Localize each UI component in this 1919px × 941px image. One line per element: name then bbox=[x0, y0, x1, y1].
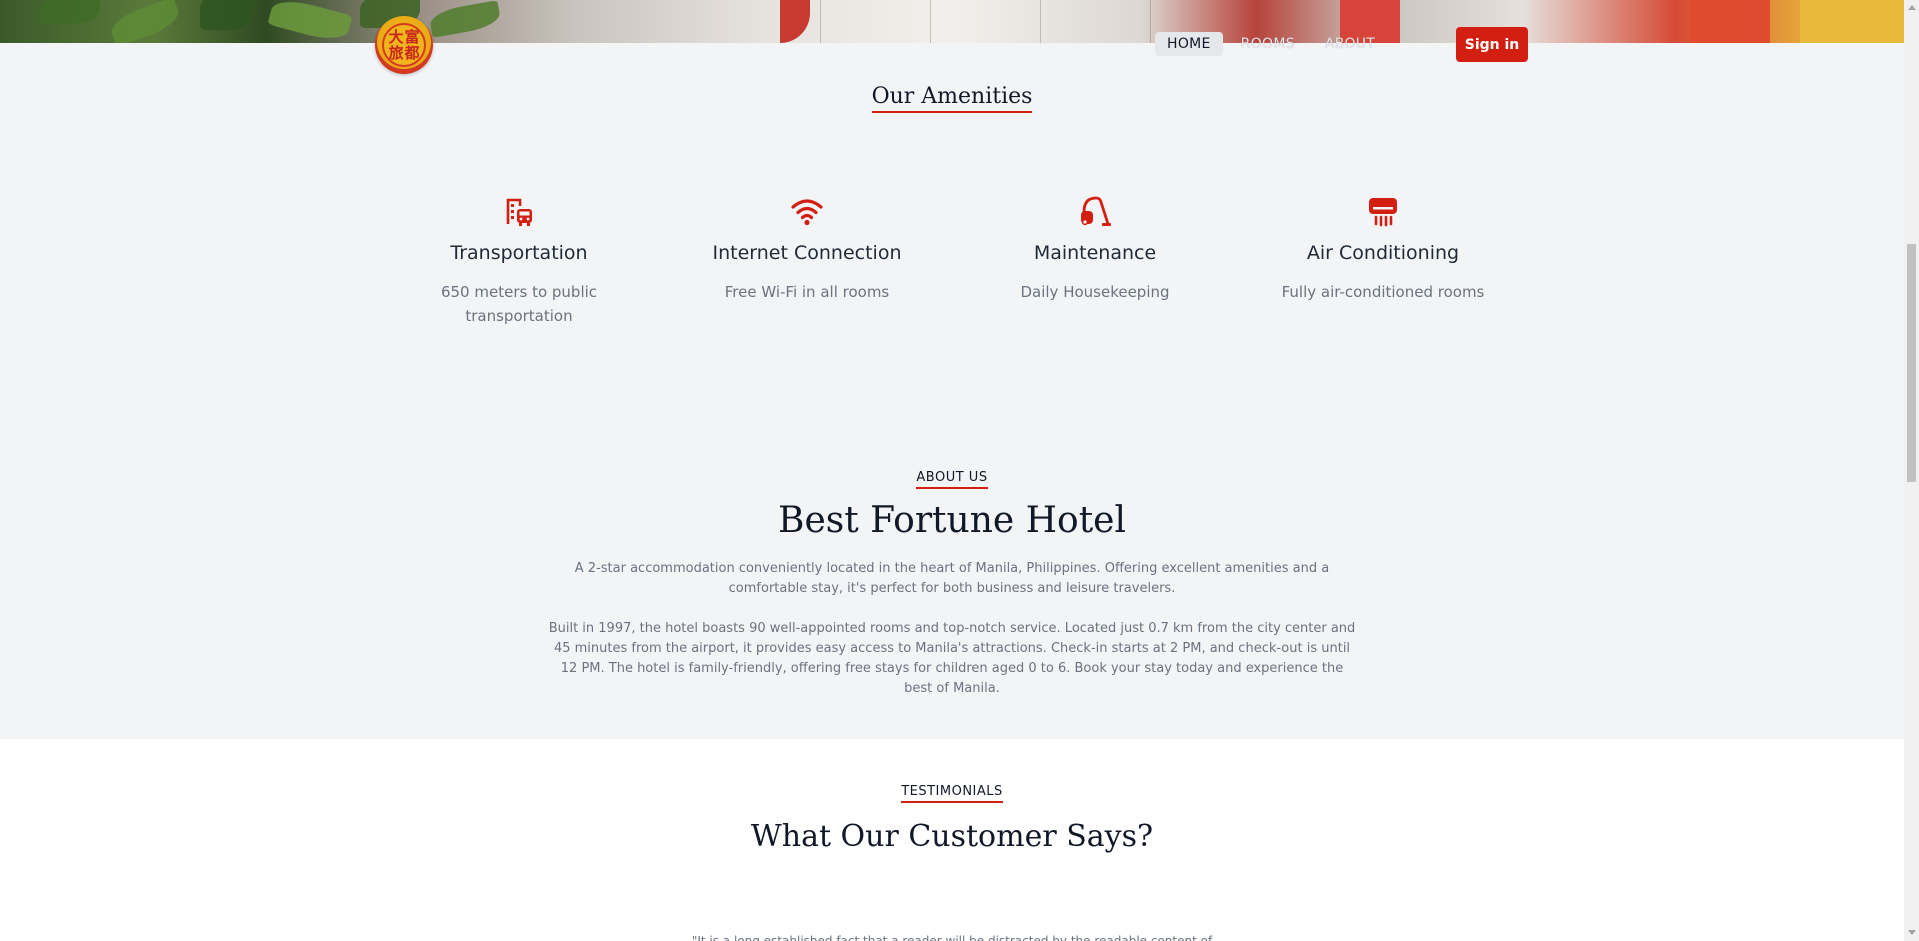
amenities-title: Our Amenities bbox=[871, 84, 1033, 113]
amenity-desc: Fully air-conditioned rooms bbox=[1281, 283, 1485, 301]
about-eyebrow: ABOUT US bbox=[916, 470, 988, 489]
amenity-card-transportation: Transportation 650 meters to public tran… bbox=[389, 194, 649, 328]
nav-link-home[interactable]: HOME bbox=[1155, 32, 1223, 56]
amenity-desc: Free Wi-Fi in all rooms bbox=[724, 283, 890, 301]
amenity-card-maintenance: Maintenance Daily Housekeeping bbox=[965, 194, 1225, 304]
wifi-icon bbox=[791, 199, 823, 226]
testimonial-quote: "It is a long established fact that a re… bbox=[691, 934, 1213, 941]
sign-in-button[interactable]: Sign in bbox=[1456, 27, 1528, 62]
amenity-title: Air Conditioning bbox=[1306, 242, 1460, 264]
vacuum-cleaner-icon bbox=[1081, 196, 1111, 226]
amenity-desc: 650 meters to public transportation bbox=[440, 283, 598, 325]
testimonials-title: What Our Customer Says? bbox=[750, 819, 1154, 854]
amenity-title: Internet Connection bbox=[712, 242, 902, 264]
about-title: Best Fortune Hotel bbox=[778, 500, 1126, 541]
scroll-down-arrow-icon[interactable] bbox=[1908, 930, 1916, 935]
scrollbar-thumb[interactable] bbox=[1907, 244, 1916, 482]
air-conditioner-icon bbox=[1369, 198, 1397, 227]
amenity-desc: Daily Housekeeping bbox=[1020, 283, 1170, 301]
testimonials-eyebrow-wrap: TESTIMONIALS bbox=[0, 780, 1904, 803]
main-nav: HOME ROOMS ABOUT bbox=[1155, 32, 1387, 56]
page-scrollbar[interactable] bbox=[1904, 0, 1919, 941]
about-eyebrow-wrap: ABOUT US bbox=[0, 466, 1904, 489]
amenity-card-internet: Internet Connection Free Wi-Fi in all ro… bbox=[677, 194, 937, 304]
logo-glyph: 旅 bbox=[388, 44, 404, 62]
about-paragraph-1: A 2-star accommodation conveniently loca… bbox=[574, 561, 1330, 596]
hotel-logo[interactable]: 大 富 旅 都 bbox=[375, 16, 433, 74]
nav-link-rooms[interactable]: ROOMS bbox=[1229, 32, 1307, 56]
nav-link-about[interactable]: ABOUT bbox=[1313, 32, 1387, 56]
amenity-title: Maintenance bbox=[1033, 242, 1157, 264]
building-bus-icon bbox=[506, 198, 532, 226]
amenities-heading-wrap: Our Amenities bbox=[0, 84, 1904, 113]
testimonials-eyebrow: TESTIMONIALS bbox=[901, 784, 1003, 803]
about-paragraph-2: Built in 1997, the hotel boasts 90 well-… bbox=[548, 621, 1356, 696]
scroll-up-arrow-icon[interactable] bbox=[1908, 5, 1916, 10]
amenity-card-air-conditioning: Air Conditioning Fully air-conditioned r… bbox=[1253, 194, 1513, 304]
hero-image bbox=[0, 0, 1904, 43]
amenity-title: Transportation bbox=[450, 242, 588, 264]
logo-glyph: 大 bbox=[388, 28, 404, 46]
logo-glyph: 富 bbox=[404, 28, 420, 46]
logo-glyph: 都 bbox=[404, 44, 420, 62]
